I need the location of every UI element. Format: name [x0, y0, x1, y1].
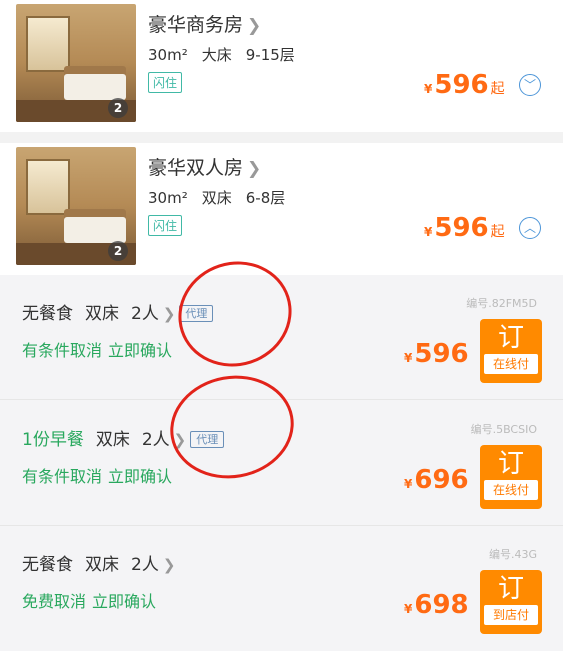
bed-info: 双床: [85, 304, 119, 324]
pay-type-label: 在线付: [484, 354, 538, 374]
plan-code: 编号.82FM5D: [466, 297, 537, 310]
rate-plan-item[interactable]: 无餐食 双床 2人 ❯ 免费取消 立即确认 编号.43G ¥698 订到店付: [0, 526, 563, 650]
room-name[interactable]: 豪华商务房 ❯: [148, 10, 261, 37]
book-button[interactable]: 订到店付: [480, 570, 542, 634]
bed-info: 双床: [95, 430, 130, 450]
chevron-up-icon[interactable]: ︿: [519, 217, 541, 239]
room-photo[interactable]: 2: [16, 4, 136, 122]
flash-stay-tag: 闪住: [148, 72, 183, 93]
room-card-deluxe-business[interactable]: 2 豪华商务房 ❯ 30m² 大床 9-15层 闪住 ¥596 起 ﹀: [0, 0, 563, 132]
cancel-policy: 免费取消: [22, 592, 87, 611]
chevron-right-icon: ❯: [162, 556, 176, 574]
room-name[interactable]: 豪华双人房 ❯: [148, 153, 261, 180]
photo-count-badge: 2: [108, 241, 128, 261]
plan-policy: 有条件取消 立即确认: [22, 463, 178, 487]
room-floor: 9-15层: [245, 46, 295, 64]
bed-info: 双床: [85, 555, 119, 575]
room-card-deluxe-twin[interactable]: 2 豪华双人房 ❯ 30m² 双床 6-8层 闪住 ¥596 起 ︿: [0, 143, 563, 275]
room-floor: 6-8层: [245, 189, 286, 207]
photo-count-badge: 2: [108, 98, 128, 118]
guest-info: 2人: [141, 430, 170, 450]
confirm-policy: 立即确认: [92, 592, 157, 611]
meal-info: 无餐食: [22, 304, 73, 324]
guest-info: 2人: [131, 304, 159, 324]
chevron-right-icon: ❯: [247, 159, 262, 179]
guest-info: 2人: [131, 555, 159, 575]
pay-type-label: 在线付: [484, 480, 538, 500]
room-price: ¥596 起: [424, 70, 505, 100]
room-bed: 大床: [201, 46, 232, 64]
pay-type-label: 到店付: [484, 605, 538, 625]
room-price: ¥596 起: [424, 213, 505, 243]
plan-summary[interactable]: 无餐食 双床 2人 ❯: [22, 550, 175, 575]
chevron-down-icon[interactable]: ﹀: [519, 74, 541, 96]
room-bed: 双床: [201, 189, 232, 207]
confirm-policy: 立即确认: [108, 341, 173, 360]
room-area: 30m²: [148, 189, 188, 207]
meal-info: 无餐食: [22, 555, 73, 575]
room-info: 30m² 双床 6-8层: [148, 187, 299, 208]
room-photo[interactable]: 2: [16, 147, 136, 265]
plan-policy: 有条件取消 立即确认: [22, 337, 178, 361]
room-info: 30m² 大床 9-15层: [148, 44, 309, 65]
divider: [0, 132, 563, 143]
room-area: 30m²: [148, 46, 188, 64]
flash-stay-tag: 闪住: [148, 215, 183, 236]
chevron-right-icon: ❯: [247, 16, 262, 36]
cancel-policy: 有条件取消: [22, 341, 103, 360]
meal-info: 1份早餐: [22, 430, 84, 450]
confirm-policy: 立即确认: [108, 467, 173, 486]
plan-price: ¥698: [404, 590, 469, 620]
plan-code: 编号.43G: [488, 548, 537, 561]
plan-code: 编号.5BCSIO: [470, 423, 537, 436]
plan-price: ¥596: [404, 339, 469, 369]
chevron-right-icon: ❯: [162, 305, 176, 323]
plan-price: ¥696: [404, 465, 469, 495]
cancel-policy: 有条件取消: [22, 467, 103, 486]
book-button[interactable]: 订在线付: [480, 319, 542, 383]
plan-policy: 免费取消 立即确认: [22, 588, 162, 612]
book-button[interactable]: 订在线付: [480, 445, 542, 509]
